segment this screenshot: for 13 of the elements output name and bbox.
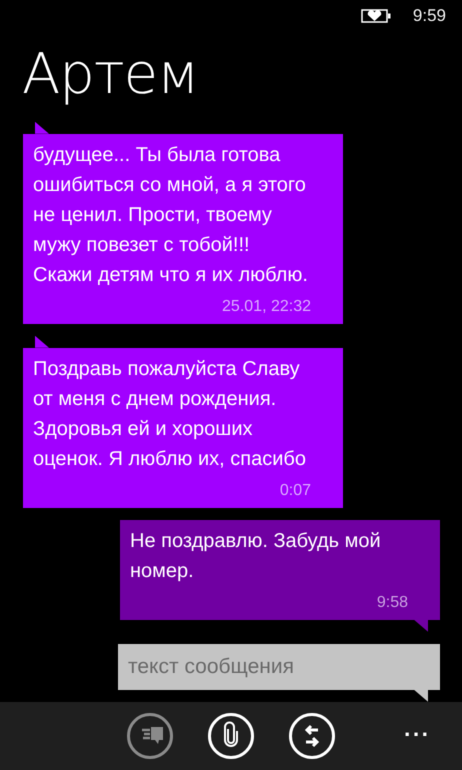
message-text: Поздравь пожалуйста Славу от меня с днем рождения. Здоровья ей и хороших оценок. Я люблю их, спасибо (33, 356, 307, 472)
message-time: 25.01, 22:32 (221, 296, 311, 317)
more-button[interactable]: ... (394, 708, 440, 754)
battery-icon (360, 8, 391, 23)
switch-button[interactable] (289, 712, 335, 759)
message-time: 0:07 (278, 480, 311, 501)
message-text: Не поздравлю. Забудь мой номер. (130, 528, 382, 584)
attach-button[interactable] (208, 712, 254, 759)
contact-name: Артем (22, 41, 198, 110)
message-text: будущее... Ты была готова ошибиться со мной, а я этого не ценил. Прости, твоему мужу повезет с тобой!!! Скажи детям что я их люблю. (33, 142, 309, 288)
message-time: 9:58 (376, 592, 408, 613)
message-input[interactable]: текст сообщения (118, 644, 440, 690)
clock-time: 9:59 (412, 6, 446, 26)
